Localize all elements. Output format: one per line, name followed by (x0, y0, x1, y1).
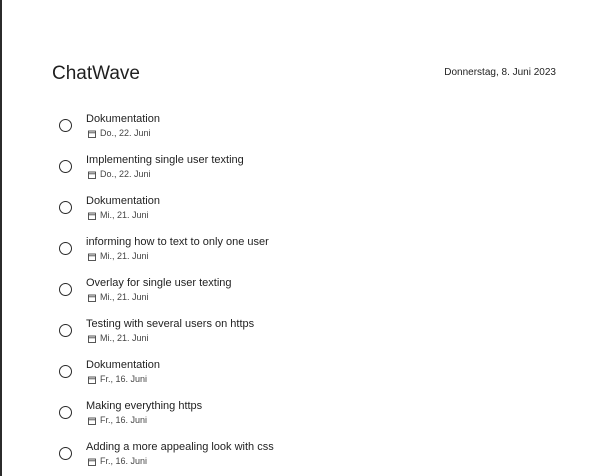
task-title: Overlay for single user texting (86, 277, 232, 289)
task-title: Adding a more appealing look with css (86, 441, 274, 453)
due-date-text: Fr., 16. Juni (100, 456, 148, 466)
task-list-page: ChatWave Donnerstag, 8. Juni 2023 Dokume… (0, 0, 605, 476)
task-item[interactable]: Making everything https Fr., 16. Juni (2, 397, 605, 438)
calendar-icon (88, 253, 96, 261)
due-date: Fr., 16. Juni (88, 373, 147, 386)
due-date: Fr., 16. Juni (88, 455, 147, 468)
complete-task-checkbox[interactable] (59, 447, 72, 460)
task-item[interactable]: informing how to text to only one user M… (2, 233, 605, 274)
task-item[interactable]: Overlay for single user texting Mi., 21.… (2, 274, 605, 315)
task-title: Making everything https (86, 400, 203, 412)
complete-task-checkbox[interactable] (59, 283, 72, 296)
due-date: Do., 22. Juni (88, 168, 151, 181)
calendar-icon (88, 417, 96, 425)
complete-task-checkbox[interactable] (59, 201, 72, 214)
task-item[interactable]: Testing with several users on https Mi.,… (2, 315, 605, 356)
due-date-text: Fr., 16. Juni (100, 374, 148, 384)
complete-task-checkbox[interactable] (59, 324, 72, 337)
calendar-icon (88, 376, 96, 384)
due-date-text: Mi., 21. Juni (100, 251, 149, 261)
complete-task-checkbox[interactable] (59, 406, 72, 419)
calendar-icon (88, 294, 96, 302)
due-date-text: Do., 22. Juni (100, 169, 151, 179)
due-date-text: Mi., 21. Juni (100, 210, 149, 220)
due-date: Do., 22. Juni (88, 127, 151, 140)
due-date-text: Do., 22. Juni (100, 128, 151, 138)
task-item[interactable]: Dokumentation Do., 22. Juni (2, 110, 605, 151)
complete-task-checkbox[interactable] (59, 242, 72, 255)
page-title: ChatWave (52, 63, 140, 84)
task-item[interactable]: Dokumentation Mi., 21. Juni (2, 192, 605, 233)
task-item[interactable]: Dokumentation Fr., 16. Juni (2, 356, 605, 397)
calendar-icon (88, 212, 96, 220)
task-item[interactable]: Adding a more appealing look with css Fr… (2, 438, 605, 476)
calendar-icon (88, 171, 96, 179)
due-date-text: Mi., 21. Juni (100, 333, 149, 343)
due-date: Mi., 21. Juni (88, 332, 149, 345)
task-title: Implementing single user texting (86, 154, 244, 166)
due-date: Mi., 21. Juni (88, 291, 149, 304)
calendar-icon (88, 130, 96, 138)
due-date-text: Mi., 21. Juni (100, 292, 149, 302)
due-date: Fr., 16. Juni (88, 414, 147, 427)
task-title: Dokumentation (86, 113, 160, 125)
task-title: Testing with several users on https (86, 318, 255, 330)
due-date-text: Fr., 16. Juni (100, 415, 148, 425)
complete-task-checkbox[interactable] (59, 119, 72, 132)
task-title: Dokumentation (86, 359, 160, 371)
calendar-icon (88, 335, 96, 343)
calendar-icon (88, 458, 96, 466)
task-title: informing how to text to only one user (86, 236, 269, 248)
due-date: Mi., 21. Juni (88, 209, 149, 222)
complete-task-checkbox[interactable] (59, 160, 72, 173)
complete-task-checkbox[interactable] (59, 365, 72, 378)
task-title: Dokumentation (86, 195, 160, 207)
current-date: Donnerstag, 8. Juni 2023 (444, 67, 556, 78)
due-date: Mi., 21. Juni (88, 250, 149, 263)
task-item[interactable]: Implementing single user texting Do., 22… (2, 151, 605, 192)
